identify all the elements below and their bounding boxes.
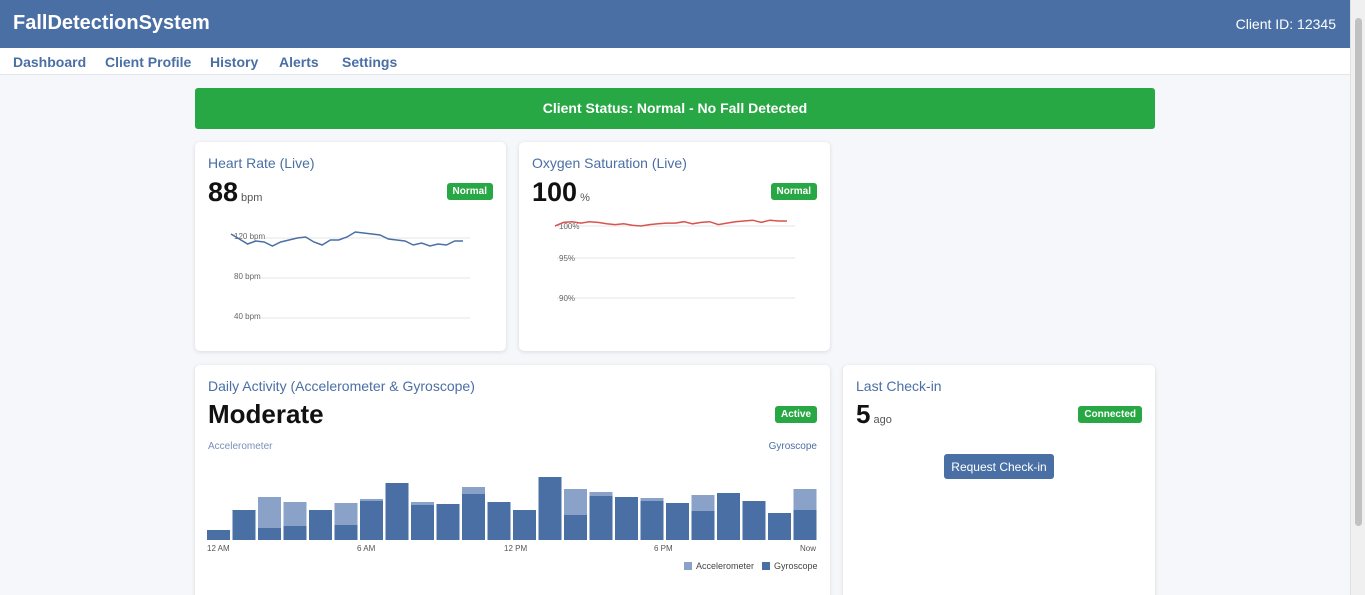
nav-alerts[interactable]: Alerts — [279, 54, 319, 70]
gyroscope-bar — [411, 505, 434, 540]
app-title: FallDetectionSystem — [13, 12, 210, 34]
gyroscope-bar — [385, 483, 409, 540]
legend-gyroscope: Gyroscope — [774, 561, 818, 571]
activity-chart: 12 AM 6 AM 12 PM 6 PM Now Accelerometer … — [207, 477, 818, 571]
nav-client-profile[interactable]: Client Profile — [105, 54, 191, 70]
oxygen-card: Oxygen Saturation (Live) 100% Normal 100… — [519, 142, 830, 351]
gyroscope-bar — [334, 525, 358, 540]
request-checkin-button[interactable]: Request Check-in — [944, 454, 1054, 479]
gyroscope-bar — [793, 510, 817, 540]
client-id: Client ID: 12345 — [1235, 16, 1336, 32]
legend-gyroscope-swatch — [762, 562, 770, 570]
nav-settings[interactable]: Settings — [342, 54, 397, 70]
gyroscope-bar — [513, 510, 536, 540]
checkin-value-wrap: 5 ago — [856, 399, 892, 430]
gyroscope-bar — [258, 528, 281, 540]
top-bar: FallDetectionSystem Client ID: 12345 — [0, 0, 1350, 48]
gyroscope-bar — [360, 501, 383, 540]
gyroscope-bar — [717, 493, 740, 540]
gyroscope-bar — [615, 497, 638, 540]
main-nav: Dashboard Client Profile History Alerts … — [0, 48, 1350, 75]
act-tick-12am: 12 AM — [207, 544, 230, 553]
gyroscope-bar — [589, 496, 613, 540]
daily-activity-card: Daily Activity (Accelerometer & Gyroscop… — [195, 365, 830, 595]
ox-tick-95: 95% — [559, 254, 575, 263]
activity-bars — [207, 477, 817, 540]
act-tick-12pm: 12 PM — [504, 544, 527, 553]
hr-tick-120: 120 bpm — [234, 232, 265, 241]
hr-tick-40: 40 bpm — [234, 312, 261, 321]
oxygen-line — [554, 219, 787, 227]
scrollbar-thumb[interactable] — [1355, 18, 1362, 526]
gyroscope-bar — [207, 530, 230, 540]
gyroscope-bar — [487, 502, 511, 540]
heart-rate-line — [230, 231, 463, 247]
act-tick-now: Now — [800, 544, 816, 553]
gyroscope-bar — [232, 510, 256, 540]
legend-accelerometer-swatch — [684, 562, 692, 570]
act-tick-6am: 6 AM — [357, 544, 376, 553]
gyroscope-bar — [309, 510, 332, 540]
gyroscope-bar — [640, 501, 664, 540]
gyroscope-bar — [564, 515, 587, 540]
act-tick-6pm: 6 PM — [654, 544, 673, 553]
oxygen-chart: 100% 95% 90% — [554, 219, 795, 303]
gyroscope-bar — [462, 494, 485, 540]
gyroscope-bar — [742, 501, 766, 540]
connection-status-badge: Connected — [1078, 406, 1142, 423]
legend-accelerometer: Accelerometer — [696, 561, 754, 571]
gyroscope-bar — [691, 511, 715, 540]
checkin-value: 5 — [856, 399, 871, 429]
client-status-banner: Client Status: Normal - No Fall Detected — [195, 88, 1155, 129]
heart-rate-card: Heart Rate (Live) 88 bpm Normal 120 bpm 8… — [195, 142, 506, 351]
gyroscope-bar — [666, 503, 689, 540]
gyroscope-bar — [768, 513, 791, 540]
ox-tick-90: 90% — [559, 294, 575, 303]
nav-dashboard[interactable]: Dashboard — [13, 54, 86, 70]
checkin-unit: ago — [873, 414, 892, 426]
hr-tick-80: 80 bpm — [234, 272, 261, 281]
last-checkin-card: Last Check-in 5 ago Connected Request Che… — [843, 365, 1155, 595]
gyroscope-bar — [283, 526, 307, 540]
page-scrollbar[interactable] — [1350, 0, 1365, 595]
nav-history[interactable]: History — [210, 54, 258, 70]
gyroscope-bar — [538, 477, 562, 540]
heart-rate-chart: 120 bpm 80 bpm 40 bpm — [230, 231, 470, 321]
gyroscope-bar — [436, 504, 460, 540]
checkin-title: Last Check-in — [856, 378, 942, 394]
